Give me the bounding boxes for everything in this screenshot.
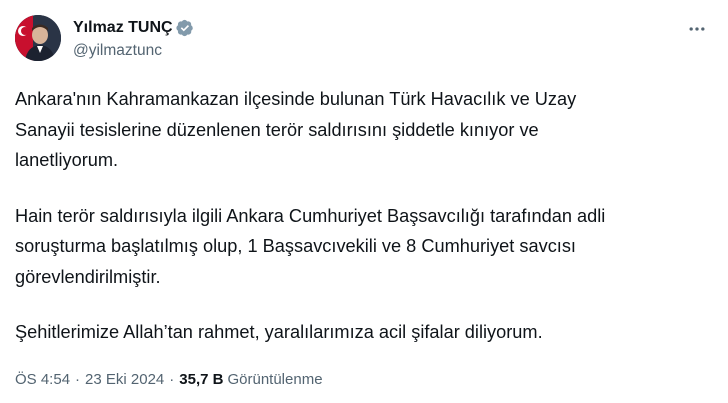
views-label: Görüntülenme bbox=[227, 371, 323, 388]
more-dots-icon bbox=[689, 27, 705, 31]
meta-separator: · bbox=[169, 371, 175, 388]
views-count: 35,7 B bbox=[179, 371, 224, 388]
tweet-paragraph-1: Ankara'nın Kahramankazan ilçesinde bulun… bbox=[15, 89, 577, 170]
author-handle[interactable]: @yilmaztunc bbox=[73, 42, 194, 60]
tweet-meta: ÖS 4:54 · 23 Eki 2024 · 35,7 B Görüntüle… bbox=[15, 371, 323, 388]
tweet-paragraph-2: Hain terör saldırısıyla ilgili Ankara Cu… bbox=[15, 205, 606, 287]
display-name[interactable]: Yılmaz TUNÇ bbox=[73, 19, 173, 37]
tweet-time[interactable]: ÖS 4:54 bbox=[15, 371, 70, 388]
tweet-paragraph-3: Şehitlerimize Allah’tan rahmet, yaralıla… bbox=[15, 322, 543, 342]
author-info: Yılmaz TUNÇ @yilmaztunc bbox=[73, 17, 194, 60]
meta-separator: · bbox=[75, 371, 81, 388]
avatar-photo-icon bbox=[15, 15, 61, 61]
verified-badge-icon bbox=[175, 19, 194, 37]
name-row: Yılmaz TUNÇ bbox=[73, 17, 194, 39]
tweet-header: Yılmaz TUNÇ @yilmaztunc bbox=[15, 14, 194, 62]
avatar[interactable] bbox=[15, 15, 61, 61]
tweet-date[interactable]: 23 Eki 2024 bbox=[85, 371, 164, 388]
tweet-text: Ankara'nın Kahramankazan ilçesinde bulun… bbox=[15, 84, 705, 348]
tweet-card: Yılmaz TUNÇ @yilmaztunc Ankara'nın Kahra… bbox=[0, 0, 728, 403]
more-options-button[interactable] bbox=[682, 18, 712, 40]
